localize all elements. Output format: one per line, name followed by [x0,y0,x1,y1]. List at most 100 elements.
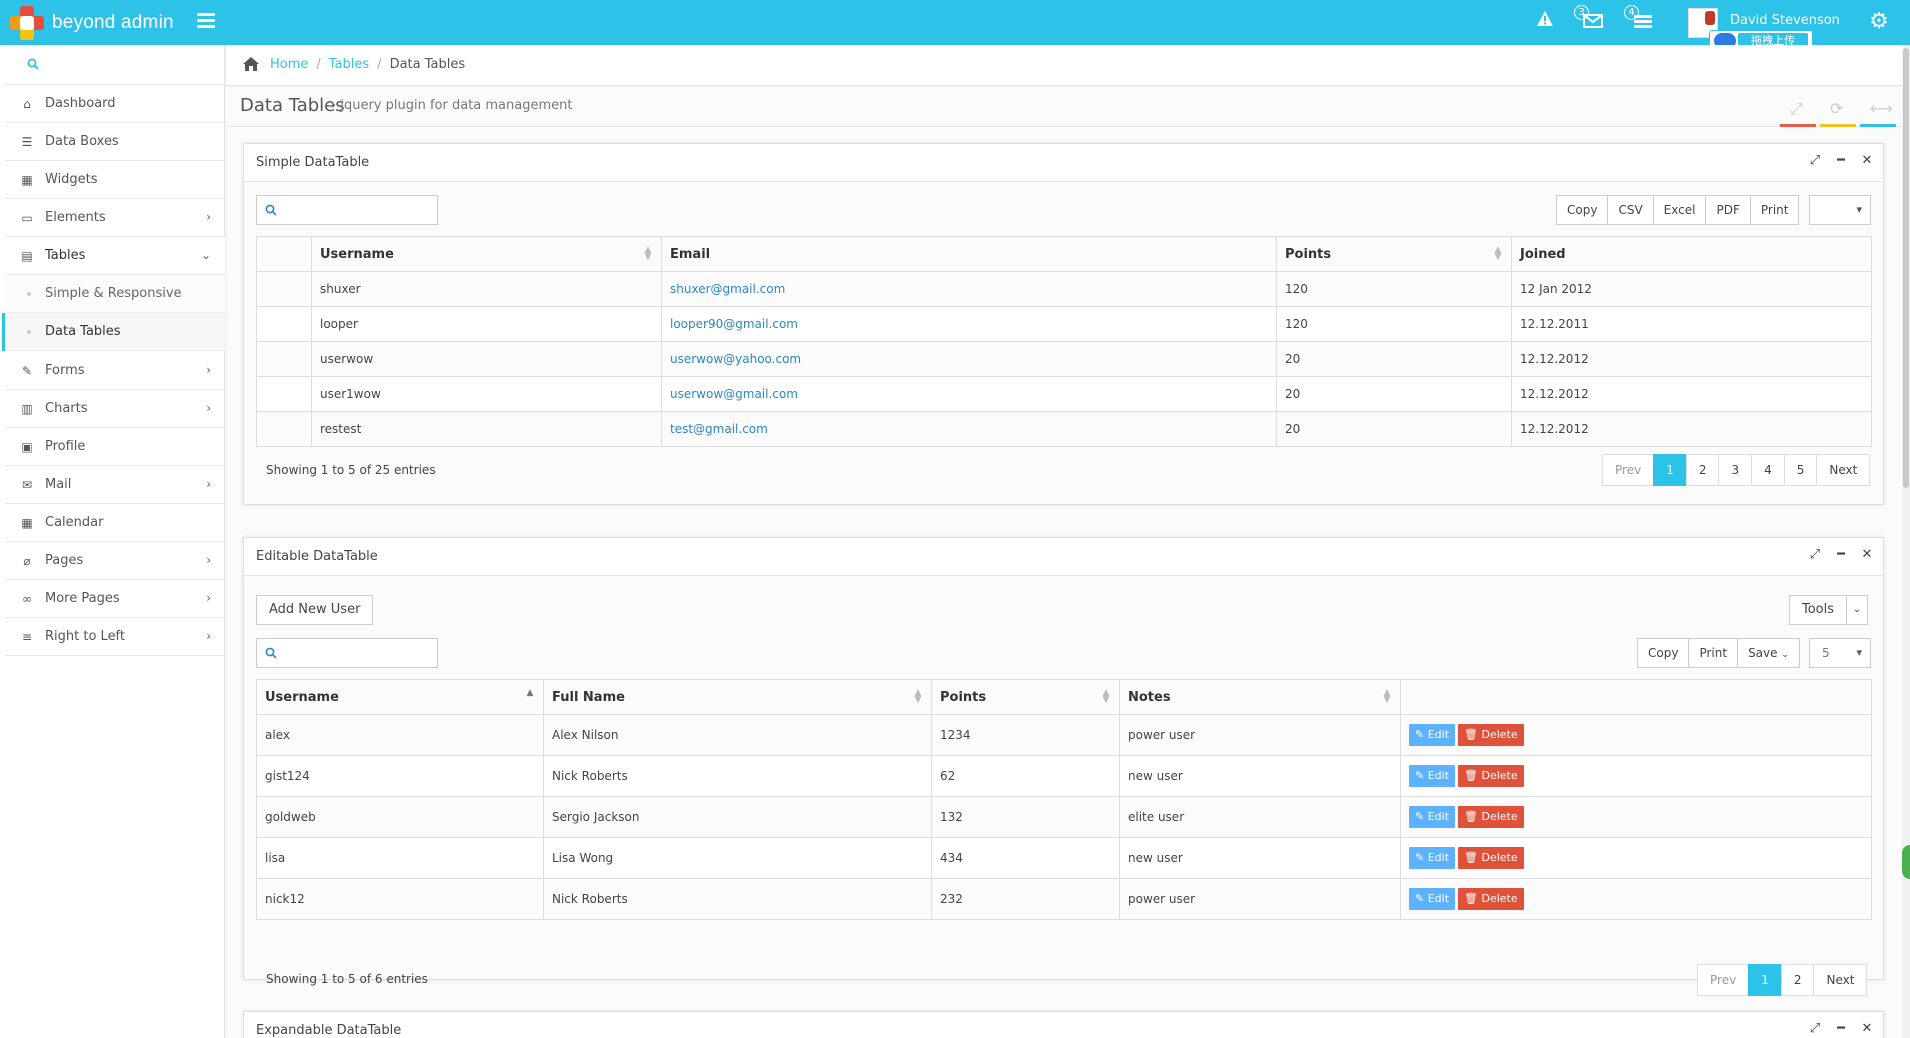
breadcrumb-tables-link[interactable]: Tables [329,57,369,72]
delete-button[interactable]: 🗑 Delete [1458,888,1524,910]
sidebar-item-profile[interactable]: ▣ Profile [5,428,225,466]
table-row[interactable]: nick12 Nick Roberts 232 power user ✎ Edi… [256,878,1872,920]
pager-prev[interactable]: Prev [1602,454,1655,486]
table-row[interactable]: looper looper90@gmail.com 120 12.12.2011 [256,306,1872,342]
sidebar-item-widgets[interactable]: ▦ Widgets [5,161,225,199]
floating-side-button[interactable] [1902,845,1910,879]
column-header-points[interactable]: Points ▲ ▼ [1276,236,1512,272]
breadcrumb-home-link[interactable]: Home [270,57,308,72]
table-row[interactable]: goldweb Sergio Jackson 132 elite user ✎ … [256,796,1872,838]
email-link[interactable]: userwow@gmail.com [670,387,798,401]
pager-prev[interactable]: Prev [1697,964,1750,996]
copy-button[interactable]: Copy [1637,638,1690,668]
column-header-username[interactable]: Username ▲ ▼ [311,236,662,272]
sidebar-item-charts[interactable]: ▥ Charts › [5,390,225,428]
sidebar-item-more-pages[interactable]: ∞ More Pages › [5,580,225,618]
edit-button[interactable]: ✎ Edit [1409,847,1456,869]
delete-button[interactable]: 🗑 Delete [1458,806,1524,828]
tasks-icon[interactable]: 4 [1624,5,1654,34]
search-text-field[interactable] [283,200,431,220]
excel-button[interactable]: Excel [1652,195,1707,225]
sidebar-subitem-data-tables[interactable]: Data Tables [2,313,225,351]
sidebar-item-forms[interactable]: ✎ Forms › [5,352,225,390]
refresh-button[interactable]: ⟳ [1820,93,1856,127]
search-input[interactable] [256,638,438,668]
minus-icon[interactable]: ━ [1835,548,1847,562]
home-icon[interactable] [242,56,260,72]
table-row[interactable]: userwow userwow@yahoo.com 20 12.12.2012 [256,341,1872,377]
delete-button[interactable]: 🗑 Delete [1458,847,1524,869]
column-header-joined[interactable]: Joined [1511,236,1872,272]
scrollbar-thumb[interactable] [1903,48,1909,488]
edit-button[interactable]: ✎ Edit [1409,724,1456,746]
column-header-full-name[interactable]: Full Name ▲ ▼ [543,679,932,715]
sidebar-item-elements[interactable]: ▭ Elements › [5,199,225,237]
delete-button[interactable]: 🗑 Delete [1458,765,1524,787]
chevron-down-icon[interactable]: ⌄ [1846,595,1869,625]
fullscreen-button[interactable]: ⤢ [1780,93,1816,127]
sidebar-search[interactable] [5,45,225,85]
table-row[interactable]: gist124 Nick Roberts 62 new user ✎ Edit 🗑… [256,755,1872,797]
copy-button[interactable]: Copy [1556,195,1609,225]
print-button[interactable]: Print [1749,195,1800,225]
gear-icon[interactable]: ⚙ [1867,10,1891,34]
column-header-email[interactable]: Email [661,236,1277,272]
page-size-select[interactable] [1809,195,1871,225]
edit-button[interactable]: ✎ Edit [1409,806,1456,828]
table-row[interactable]: shuxer shuxer@gmail.com 120 12 Jan 2012 [256,271,1872,307]
sidebar-item-mail[interactable]: ✉ Mail › [5,466,225,504]
pdf-button[interactable]: PDF [1705,195,1751,225]
email-link[interactable]: shuxer@gmail.com [670,282,785,296]
csv-button[interactable]: CSV [1607,195,1654,225]
save-dropdown-button[interactable]: Save ⌄ [1737,638,1800,668]
search-text-field[interactable] [283,643,431,663]
alert-icon[interactable] [1536,10,1554,34]
sidebar-toggle-icon[interactable] [197,13,215,29]
pager-page-1[interactable]: 1 [1748,964,1782,996]
table-row[interactable]: restest test@gmail.com 20 12.12.2012 [256,411,1872,447]
edit-button[interactable]: ✎ Edit [1409,765,1456,787]
edit-button[interactable]: ✎ Edit [1409,888,1456,910]
column-header-username[interactable]: Username ▲ [256,679,544,715]
table-row[interactable]: lisa Lisa Wong 434 new user ✎ Edit 🗑 Dele… [256,837,1872,879]
sidebar-item-calendar[interactable]: ▦ Calendar [5,504,225,542]
collapse-header-button[interactable]: ⟷ [1860,93,1896,127]
close-icon[interactable]: ✕ [1861,1022,1873,1036]
sidebar-subitem-simple-responsive[interactable]: Simple & Responsive [5,275,225,313]
search-input[interactable] [256,195,438,225]
pager-next[interactable]: Next [1816,454,1871,486]
column-header-points[interactable]: Points ▲ ▼ [931,679,1120,715]
pager-page-1[interactable]: 1 [1653,454,1687,486]
pager-page-5[interactable]: 5 [1783,454,1818,486]
table-row[interactable]: alex Alex Nilson 1234 power user ✎ Edit 🗑… [256,714,1872,756]
pager-page-3[interactable]: 3 [1718,454,1753,486]
add-new-user-button[interactable]: Add New User [256,595,374,625]
close-icon[interactable]: ✕ [1861,154,1873,168]
page-size-select[interactable]: 5 [1809,638,1871,668]
sidebar-item-pages[interactable]: ⌀ Pages › [5,542,225,580]
expand-icon[interactable]: ⤢ [1809,1022,1821,1036]
email-link[interactable]: userwow@yahoo.com [670,352,801,366]
sidebar-item-dashboard[interactable]: ⌂ Dashboard [5,85,225,123]
sidebar-item-tables[interactable]: ▤ Tables ⌄ [5,237,225,275]
email-link[interactable]: test@gmail.com [670,422,768,436]
pager-page-2[interactable]: 2 [1780,964,1815,996]
sidebar-item-right-to-left[interactable]: ≡ Right to Left › [5,618,225,656]
messages-icon[interactable]: 3 [1574,5,1604,34]
pager-page-4[interactable]: 4 [1751,454,1785,486]
delete-button[interactable]: 🗑 Delete [1458,724,1524,746]
expand-icon[interactable]: ⤢ [1809,154,1821,168]
print-button[interactable]: Print [1688,638,1739,668]
brand-logo[interactable]: beyond admin [10,6,174,40]
pager-next[interactable]: Next [1813,964,1868,996]
email-link[interactable]: looper90@gmail.com [670,317,798,331]
tools-button[interactable]: Tools [1789,595,1848,625]
sidebar-item-data-boxes[interactable]: ☰ Data Boxes [5,123,225,161]
minus-icon[interactable]: ━ [1835,154,1847,168]
pager-page-2[interactable]: 2 [1685,454,1720,486]
column-header-notes[interactable]: Notes ▲ ▼ [1119,679,1401,715]
close-icon[interactable]: ✕ [1861,548,1873,562]
minus-icon[interactable]: ━ [1835,1022,1847,1036]
table-row[interactable]: user1wow userwow@gmail.com 20 12.12.2012 [256,376,1872,412]
expand-icon[interactable]: ⤢ [1809,548,1821,562]
